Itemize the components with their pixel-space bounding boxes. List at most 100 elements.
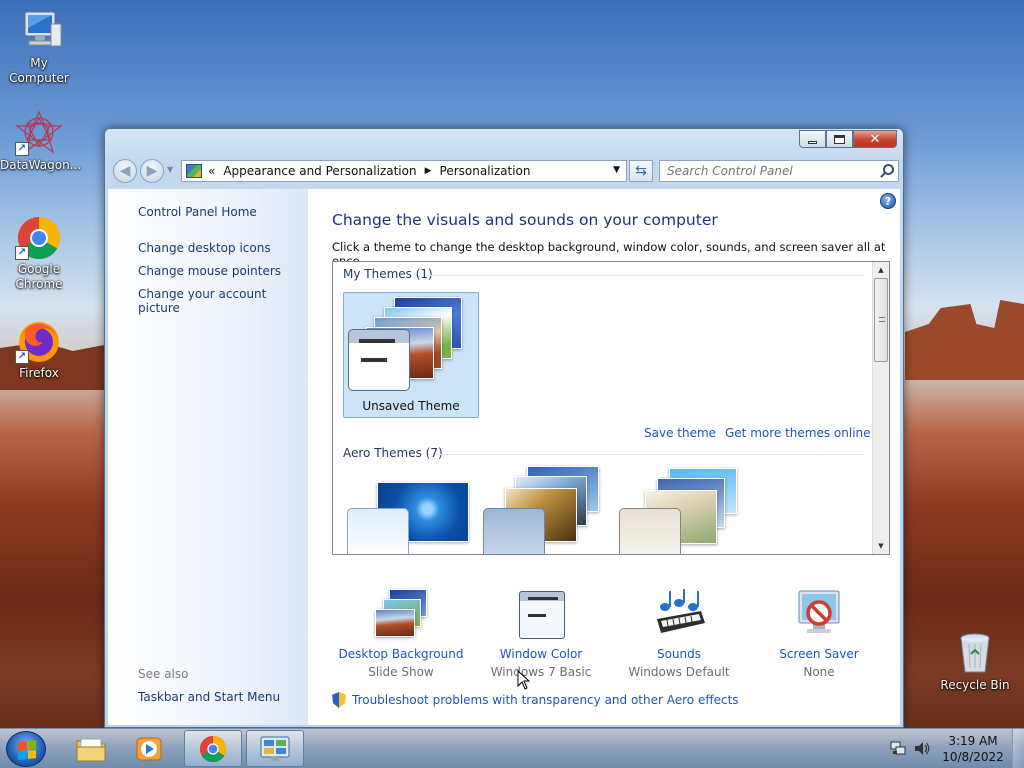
search-icon[interactable] xyxy=(883,164,894,175)
change-desktop-icons-link[interactable]: Change desktop icons xyxy=(138,241,271,255)
group-divider xyxy=(437,454,865,455)
shield-icon xyxy=(332,692,346,708)
network-icon[interactable] xyxy=(890,741,906,756)
theme-label: Unsaved Theme xyxy=(362,399,460,413)
change-mouse-pointers-link[interactable]: Change mouse pointers xyxy=(138,264,281,278)
refresh-button[interactable]: ⇆ xyxy=(629,160,653,182)
troubleshoot-aero-link[interactable]: Troubleshoot problems with transparency … xyxy=(332,692,739,708)
address-bar[interactable]: « Appearance and Personalization ▶ Perso… xyxy=(181,160,627,182)
refresh-icon: ⇆ xyxy=(635,163,647,179)
datawagon-icon: ↗ xyxy=(15,110,63,156)
desktop-icon-label: Google Chrome xyxy=(15,262,63,291)
themes-scrollbar[interactable]: ▲ ▼ xyxy=(872,262,889,554)
scrollbar-thumb[interactable] xyxy=(874,278,888,362)
control-panel-icon xyxy=(186,164,202,178)
caption-buttons: ✕ xyxy=(799,130,897,148)
desktop-background-button[interactable]: Desktop Background Slide Show xyxy=(331,589,471,681)
desktop-icon-label: DataWagon... xyxy=(0,158,82,172)
taskbar-explorer-button[interactable] xyxy=(62,730,120,767)
breadcrumb-appearance[interactable]: Appearance and Personalization xyxy=(223,164,416,178)
minimize-button[interactable] xyxy=(799,130,826,148)
help-icon[interactable]: ? xyxy=(880,193,896,209)
theme-window-preview xyxy=(348,329,410,391)
start-button[interactable] xyxy=(6,731,46,767)
desktop-background-icon xyxy=(373,589,429,641)
main-content: ? Change the visuals and sounds on your … xyxy=(332,189,900,725)
forward-button[interactable]: ▶ xyxy=(140,159,164,183)
get-more-themes-link[interactable]: Get more themes online xyxy=(725,426,871,440)
theme-windows-7[interactable] xyxy=(347,472,477,554)
address-overflow[interactable]: « xyxy=(208,164,215,178)
desktop-icon-label: My Computer xyxy=(9,56,69,85)
sounds-button[interactable]: Sounds Windows Default xyxy=(609,589,749,681)
setting-name: Window Color xyxy=(499,647,583,661)
desktop-icon-google-chrome[interactable]: ↗ Google Chrome xyxy=(0,214,78,292)
themes-list[interactable]: My Themes (1) Unsaved Theme Save theme G… xyxy=(332,261,890,555)
desktop-icon-recycle-bin[interactable]: Recycle Bin xyxy=(936,630,1014,693)
window-content: Control Panel Home Change desktop icons … xyxy=(108,189,900,725)
theme-characters[interactable] xyxy=(619,468,749,554)
desktop-icon-datawagon[interactable]: ↗ DataWagon... xyxy=(0,110,82,173)
recent-pages-dropdown[interactable]: ▼ xyxy=(167,165,173,174)
taskbar: 3:19 AM 10/8/2022 xyxy=(0,728,1024,768)
taskbar-start-menu-link[interactable]: Taskbar and Start Menu xyxy=(138,690,280,704)
firefox-icon: ↗ xyxy=(15,318,63,364)
taskbar-control-panel-button[interactable] xyxy=(246,730,304,767)
close-icon: ✕ xyxy=(869,131,881,147)
setting-name: Desktop Background xyxy=(338,647,464,661)
clock-date: 10/8/2022 xyxy=(942,750,1004,764)
change-account-picture-link[interactable]: Change your account picture xyxy=(138,287,308,315)
grip-icon xyxy=(879,317,885,322)
folder-icon xyxy=(76,738,106,761)
control-panel-window[interactable]: ✕ ◀ ▶ ▼ « Appearance and Personalization… xyxy=(104,128,904,728)
back-button[interactable]: ◀ xyxy=(113,159,137,183)
theme-window-preview xyxy=(347,508,409,554)
my-themes-header: My Themes (1) xyxy=(343,267,433,281)
control-panel-icon xyxy=(260,736,290,761)
save-theme-link[interactable]: Save theme xyxy=(644,426,716,440)
show-desktop-button[interactable] xyxy=(1012,729,1024,768)
theme-architecture[interactable] xyxy=(483,466,613,554)
search-input[interactable] xyxy=(659,160,899,182)
see-also-heading: See also xyxy=(138,667,189,681)
system-clock[interactable]: 3:19 AM 10/8/2022 xyxy=(936,733,1010,765)
window-color-button[interactable]: Window Color Windows 7 Basic xyxy=(471,589,611,681)
desktop-icon-label: Firefox xyxy=(19,366,59,380)
breadcrumb-personalization[interactable]: Personalization xyxy=(440,164,531,178)
scroll-up-icon[interactable]: ▲ xyxy=(873,262,889,278)
scroll-down-icon[interactable]: ▼ xyxy=(873,538,889,554)
aero-themes-header: Aero Themes (7) xyxy=(343,446,443,460)
windows-logo-icon xyxy=(18,740,36,760)
shortcut-arrow-icon: ↗ xyxy=(15,350,29,364)
volume-icon[interactable] xyxy=(914,741,930,756)
maximize-button[interactable] xyxy=(826,130,853,148)
shortcut-arrow-icon: ↗ xyxy=(15,142,29,156)
page-title: Change the visuals and sounds on your co… xyxy=(332,211,718,229)
minimize-icon xyxy=(808,140,817,144)
taskbar-chrome-button[interactable] xyxy=(184,730,242,767)
computer-icon xyxy=(15,8,63,54)
clock-time: 3:19 AM xyxy=(948,734,998,748)
taskbar-media-player-button[interactable] xyxy=(120,730,178,767)
background-preview-image xyxy=(375,609,415,637)
desktop-icon-firefox[interactable]: ↗ Firefox xyxy=(0,318,78,381)
group-divider xyxy=(429,275,865,276)
setting-value: Windows Default xyxy=(628,665,730,679)
setting-value: None xyxy=(803,665,835,679)
screen-saver-button[interactable]: Screen Saver None xyxy=(749,589,889,681)
chrome-icon xyxy=(199,735,227,762)
control-panel-home-link[interactable]: Control Panel Home xyxy=(138,205,257,219)
theme-unsaved[interactable]: Unsaved Theme xyxy=(343,292,479,418)
back-arrow-icon: ◀ xyxy=(119,163,131,179)
address-dropdown-icon[interactable]: ▼ xyxy=(613,165,620,175)
mouse-cursor-icon xyxy=(517,670,531,690)
desktop-icon-my-computer[interactable]: My Computer xyxy=(0,8,78,86)
desktop-icon-label: Recycle Bin xyxy=(940,678,1010,692)
screen-saver-icon xyxy=(791,589,847,641)
troubleshoot-link-text[interactable]: Troubleshoot problems with transparency … xyxy=(352,693,739,707)
close-button[interactable]: ✕ xyxy=(853,130,897,148)
breadcrumb-chevron-icon[interactable]: ▶ xyxy=(425,166,432,176)
setting-name: Sounds xyxy=(656,647,702,661)
chrome-icon: ↗ xyxy=(15,214,63,260)
setting-value: Windows 7 Basic xyxy=(490,665,592,679)
